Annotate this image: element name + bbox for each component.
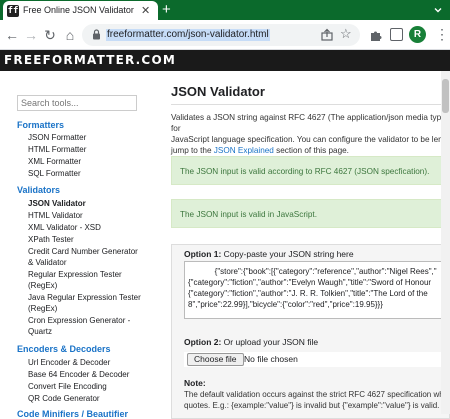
description-line: JavaScript language specification. You c… [171,135,450,144]
avatar[interactable]: R [409,26,426,43]
description-line: Validates a JSON string against RFC 4627… [171,113,446,133]
home-icon[interactable]: ⌂ [62,27,78,43]
nav-item-credit-card[interactable]: Credit Card Number Generator [28,247,138,257]
browser-tabstrip: ff Free Online JSON Validator - Free ✕ + [0,0,450,20]
back-icon[interactable]: ← [4,27,20,43]
note-line: The default validation occurs against th… [184,390,446,399]
js-valid-message: The JSON input is valid in JavaScript. [171,199,450,228]
input-panel: Option 1: Copy-paste your JSON string he… [171,244,450,419]
json-line: 8","price":22.99}],"bicycle":{"color":"r… [188,300,383,309]
extensions-icon[interactable] [369,28,383,42]
json-explained-link[interactable]: JSON Explained [214,146,274,155]
option2-bold: Option 2: [184,337,222,347]
nav-item-regex-tester[interactable]: Regular Expression Tester [28,270,122,280]
nav-heading-validators[interactable]: Validators [17,185,60,195]
share-icon[interactable] [320,28,334,42]
title-divider [171,104,450,105]
reload-icon[interactable]: ↻ [42,27,58,43]
favicon-icon: ff [7,5,19,17]
option1-bold: Option 1: [184,249,222,259]
nav-item-sql-formatter[interactable]: SQL Formatter [28,169,81,179]
nav-item-xml-validator-xsd[interactable]: XML Validator - XSD [28,223,101,233]
description-text: jump to the [171,146,214,155]
site-header: FREEFORMATTER.COM [0,50,450,71]
nav-heading-minifiers[interactable]: Code Minifiers / Beautifier [17,409,128,419]
nav-item-convert-encoding[interactable]: Convert File Encoding [28,382,107,392]
side-panel-icon[interactable] [390,28,403,41]
option2-label: Option 2: Or upload your JSON file [184,337,318,347]
main-content: JSON Validator Validates a JSON string a… [160,71,450,419]
option2-text: Or upload your JSON file [221,337,319,347]
no-file-label: No file chosen [244,354,298,364]
page-title: JSON Validator [171,84,265,99]
nav-item-java-regex-tester[interactable]: Java Regular Expression Tester [28,293,141,303]
nav-item-html-formatter[interactable]: HTML Formatter [28,145,86,155]
option1-text: Copy-paste your JSON string here [221,249,354,259]
json-line: {"store":{"book":[{"category":"reference… [188,267,437,276]
json-input-textarea[interactable]: {"store":{"book":[{"category":"reference… [184,261,450,319]
nav-item-java-regex-tester-cont[interactable]: (RegEx) [28,304,57,314]
tab-title: Free Online JSON Validator - Free [23,5,135,15]
note-text: The default validation occurs against th… [184,389,450,411]
description-line: jump to the JSON Explained section of th… [171,145,450,156]
nav-item-credit-card-cont[interactable]: & Validator [28,258,67,268]
nav-item-url-encoder[interactable]: Url Encoder & Decoder [28,358,110,368]
nav-item-cron-generator[interactable]: Cron Expression Generator - [28,316,130,326]
close-icon[interactable]: ✕ [141,4,150,17]
description-text: section of this page. [273,146,349,155]
nav-item-qr-code[interactable]: QR Code Generator [28,394,100,404]
nav-item-cron-generator-cont[interactable]: Quartz [28,327,52,337]
nav-item-regex-tester-cont[interactable]: (RegEx) [28,281,57,291]
address-bar[interactable]: freeformatter.com/json-validator.html ☆ [82,24,360,46]
menu-icon[interactable]: ⋮ [435,26,449,42]
forward-icon[interactable]: → [23,27,39,43]
browser-toolbar: ← → ↻ ⌂ freeformatter.com/json-validator… [0,20,450,50]
note-heading: Note: [184,378,206,388]
json-line: {"category":"fiction","author":"Evelyn W… [188,278,432,287]
nav-heading-encoders[interactable]: Encoders & Decoders [17,344,111,354]
option1-label: Option 1: Copy-paste your JSON string he… [184,249,354,259]
file-upload: Choose file No file chosen [184,352,450,367]
new-tab-icon[interactable]: + [162,1,171,18]
search-input[interactable] [17,95,137,111]
nav-item-json-validator[interactable]: JSON Validator [28,199,86,209]
note-line: quotes. E.g.: {example:"value"} is inval… [184,401,448,410]
nav-item-base64[interactable]: Base 64 Encoder & Decoder [28,370,129,380]
sidebar: Formatters JSON Formatter HTML Formatter… [0,71,160,419]
page-scrollbar[interactable] [441,71,450,414]
nav-item-xpath-tester[interactable]: XPath Tester [28,235,74,245]
lock-icon[interactable] [92,29,101,40]
nav-heading-formatters[interactable]: Formatters [17,120,64,130]
choose-file-button[interactable]: Choose file [187,353,244,366]
url-text[interactable]: freeformatter.com/json-validator.html [106,29,270,41]
chevron-down-icon[interactable] [432,4,444,16]
json-line: {"category":"fiction","author":"J. R. R.… [188,289,428,298]
page-description: Validates a JSON string against RFC 4627… [171,112,450,156]
rfc-valid-message: The JSON input is valid according to RFC… [171,156,450,185]
browser-tab[interactable]: ff Free Online JSON Validator - Free ✕ [3,1,158,20]
nav-item-xml-formatter[interactable]: XML Formatter [28,157,81,167]
scrollbar-thumb[interactable] [442,79,449,113]
site-logo[interactable]: FREEFORMATTER.COM [4,53,176,67]
nav-item-json-formatter[interactable]: JSON Formatter [28,133,86,143]
star-icon[interactable]: ☆ [340,26,352,42]
nav-item-html-validator[interactable]: HTML Validator [28,211,83,221]
